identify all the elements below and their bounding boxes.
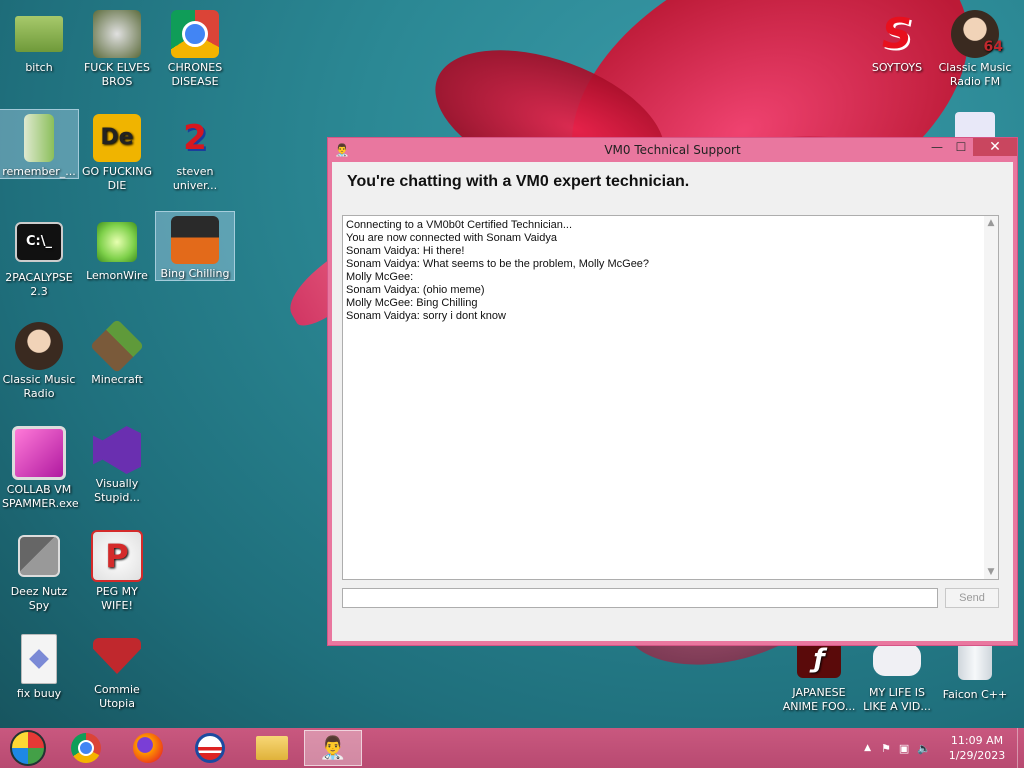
system-tray: ▲ ⚑ ▣ 🔈 11:09 AM 1/29/2023 [864, 728, 1024, 768]
portrait-icon [15, 322, 63, 370]
chat-message: Sonam Vaidya: Hi there! [346, 245, 465, 257]
desktop-icon-classic-music-radio-fm[interactable]: 64 Classic Music Radio FM [936, 6, 1014, 89]
network-icon[interactable]: ▣ [899, 742, 909, 755]
installer-icon [24, 114, 54, 162]
maximize-button[interactable]: ☐ [949, 138, 973, 156]
recycle-bin-icon [958, 642, 992, 680]
elf-icon [93, 10, 141, 58]
clock-time: 11:09 AM [950, 734, 1004, 747]
chat-message: Molly McGee: [346, 271, 414, 283]
desktop-icon-steven-univer[interactable]: 2 steven univer... [156, 110, 234, 193]
desktop-icon-soytoys[interactable]: S SOYTOYS [858, 6, 936, 75]
taskbar: 👨‍⚕️ ▲ ⚑ ▣ 🔈 11:09 AM 1/29/2023 [0, 728, 1024, 768]
document-icon [21, 634, 57, 684]
floppy-disk-icon [171, 216, 219, 264]
technician-icon: 👨‍⚕️ [334, 143, 350, 157]
close-button[interactable]: ✕ [973, 138, 1017, 156]
de-icon: De [93, 114, 141, 162]
clock-date: 1/29/2023 [948, 749, 1006, 762]
desktop-icon-collab-vm-spammer[interactable]: COLLAB VM SPAMMER.exe [0, 422, 79, 511]
start-orb-icon [10, 730, 46, 766]
folder-icon [15, 16, 63, 52]
volume-icon[interactable]: 🔈 [917, 742, 931, 755]
chat-message: Sonam Vaidya: (ohio meme) [346, 284, 485, 296]
send-button[interactable]: Send [945, 588, 999, 608]
technician-icon: 👨‍⚕️ [319, 735, 347, 761]
taskbar-chrome[interactable] [62, 730, 110, 766]
title-bar[interactable]: 👨‍⚕️ VM0 Technical Support — ☐ ✕ [328, 138, 1017, 162]
chat-heading: You're chatting with a VM0 expert techni… [347, 173, 690, 190]
number-two-icon: 2 [183, 118, 207, 158]
desktop-icon-fix-buuy[interactable]: fix buuy [0, 630, 78, 701]
minimize-button[interactable]: — [925, 138, 949, 156]
desktop-icon-lemonwire[interactable]: LemonWire [78, 214, 156, 283]
terminal-icon: C:\_ [15, 222, 63, 262]
chat-log[interactable]: Connecting to a VM0b0t Certified Technic… [342, 215, 999, 580]
firefox-icon [133, 733, 163, 763]
chrome-icon [171, 10, 219, 58]
clock[interactable]: 11:09 AM 1/29/2023 [937, 733, 1017, 763]
desktop-icon-visually-stupid[interactable]: Visually Stupid... [78, 422, 156, 505]
grass-block-icon [89, 318, 145, 374]
chrome-icon [71, 733, 101, 763]
desktop-icon-commie-utopia[interactable]: Commie Utopia [78, 630, 156, 711]
chat-message: Sonam Vaidya: sorry i dont know [346, 310, 506, 322]
window-client-area: You're chatting with a VM0 expert techni… [333, 163, 1012, 640]
gamepad-icon [873, 644, 921, 676]
portrait-icon: 64 [951, 10, 1003, 58]
lime-icon [97, 222, 137, 262]
chat-message: Sonam Vaidya: What seems to be the probl… [346, 258, 650, 270]
desktop-icon-japanese-anime-foo[interactable]: ƒ JAPANESE ANIME FOO... [780, 634, 858, 714]
desktop-icon-classic-music-radio[interactable]: Classic Music Radio [0, 318, 78, 401]
desktop-icon-bunny[interactable] [936, 110, 1014, 138]
desktop-icon-chrones-disease[interactable]: CHRONES DISEASE [156, 6, 234, 89]
scroll-up-arrow-icon[interactable]: ▲ [984, 216, 998, 230]
desktop-icon-bitch[interactable]: bitch [0, 6, 78, 75]
chat-message: Connecting to a VM0b0t Certified Technic… [346, 219, 573, 231]
window-controls: — ☐ ✕ [925, 138, 1017, 158]
obama-logo-icon [195, 733, 225, 763]
message-input[interactable] [342, 588, 938, 608]
desktop-icon-deez-nutz-spy[interactable]: Deez Nutz Spy [0, 526, 78, 613]
show-hidden-icons-chevron-up-icon[interactable]: ▲ [864, 743, 871, 753]
desktop-icon-fuck-elves-bros[interactable]: FUCK ELVES BROS [78, 6, 156, 89]
start-button[interactable] [4, 730, 52, 766]
action-center-flag-icon[interactable]: ⚑ [881, 742, 891, 755]
taskbar-obama[interactable] [186, 730, 234, 766]
taskbar-vm0-support[interactable]: 👨‍⚕️ [304, 730, 362, 766]
desktop-icon-go-fucking-die[interactable]: De GO FUCKING DIE [78, 110, 156, 193]
desktop-icon-my-life-is-like-a-vid[interactable]: MY LIFE IS LIKE A VID... [858, 634, 936, 714]
chat-message: You are now connected with Sonam Vaidya [346, 232, 557, 244]
bunny-icon [955, 112, 995, 138]
taskbar-file-explorer[interactable] [248, 730, 296, 766]
desktop-icon-peg-my-wife[interactable]: P PEG MY WIFE! [78, 526, 156, 613]
shield-icon [93, 638, 141, 674]
chat-window[interactable]: 👨‍⚕️ VM0 Technical Support — ☐ ✕ You're … [327, 137, 1018, 646]
monitor-icon [12, 426, 66, 480]
window-title: VM0 Technical Support [604, 143, 741, 157]
chat-message: Molly McGee: Bing Chilling [346, 297, 478, 309]
desktop-icon-2pacalypse[interactable]: C:\_ 2PACALYPSE 2.3 [0, 214, 78, 299]
badge-64-icon: 64 [983, 39, 1003, 55]
desktop-icon-remember[interactable]: remember_... [0, 109, 79, 179]
folder-icon [256, 736, 288, 760]
desktop-icon-bing-chilling[interactable]: Bing Chilling [155, 211, 235, 281]
visual-studio-icon [93, 426, 141, 474]
taskbar-firefox[interactable] [124, 730, 172, 766]
show-desktop-button[interactable] [1017, 728, 1024, 768]
desktop-icon-minecraft[interactable]: Minecraft [78, 318, 156, 387]
s-logo-icon: S [881, 9, 913, 58]
p-logo-icon: P [91, 530, 143, 582]
chat-log-scrollbar[interactable]: ▲ ▼ [984, 216, 998, 579]
stacked-windows-icon [18, 535, 60, 577]
scroll-down-arrow-icon[interactable]: ▼ [984, 565, 998, 579]
chat-messages: Connecting to a VM0b0t Certified Technic… [343, 216, 998, 323]
